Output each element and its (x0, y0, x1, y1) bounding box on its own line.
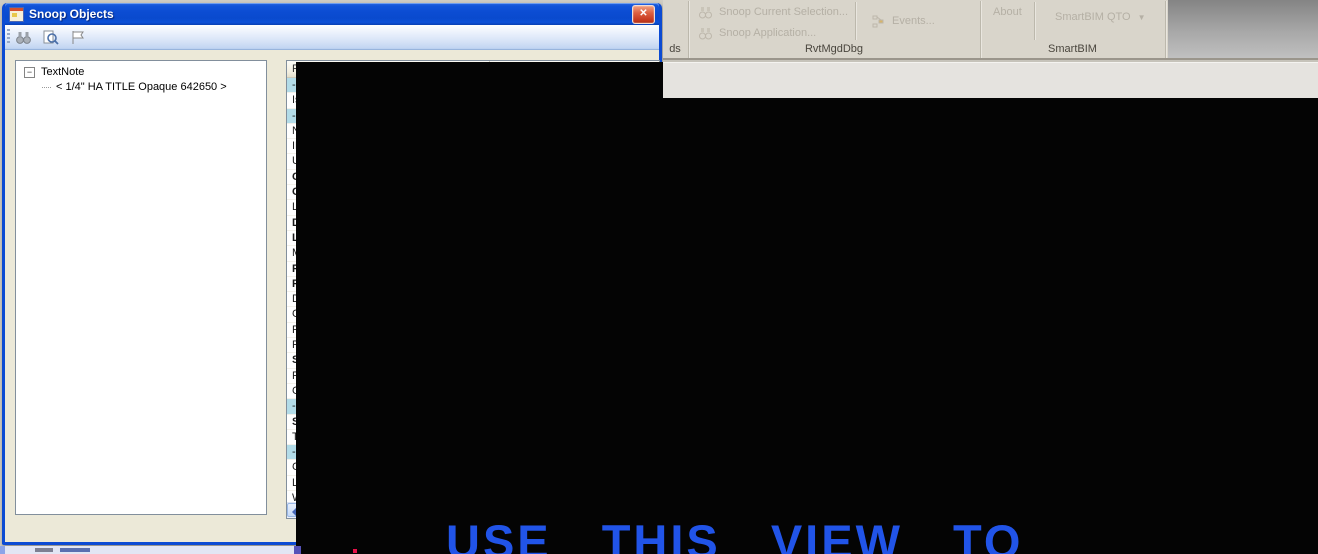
chevron-down-icon: ▼ (1138, 13, 1146, 22)
snoop-objects-titlebar[interactable]: Snoop Objects ✕ (5, 3, 659, 25)
snoop-application-label: Snoop Application... (719, 27, 816, 39)
about-label: About (993, 6, 1022, 18)
sliver-mark (35, 548, 53, 552)
tree-item-label[interactable]: < 1/4" HA TITLE Opaque 642650 > (54, 80, 229, 95)
tree-connector (42, 87, 51, 89)
snoop-current-selection-button[interactable]: Snoop Current Selection... (695, 3, 848, 21)
binoculars-icon (695, 24, 715, 42)
flag-icon[interactable] (67, 28, 87, 46)
snoop-db-icon[interactable] (13, 28, 33, 46)
binoculars-icon (695, 3, 715, 21)
panel-label-smartbim: SmartBIM (980, 43, 1165, 55)
about-button[interactable]: About (993, 6, 1022, 18)
panel-label-rvtmgddbg: RvtMgdDbg (688, 43, 980, 55)
events-button[interactable]: Events... (868, 12, 935, 30)
close-button[interactable]: ✕ (632, 5, 655, 24)
snoop-application-button[interactable]: Snoop Application... (695, 24, 816, 42)
drawing-red-mark (353, 549, 357, 553)
screen: Snoop Current Selection... Snoop Applica… (0, 0, 1318, 554)
tree-item-label[interactable]: TextNote (39, 65, 86, 80)
objects-tree-panel: − TextNote < 1/4" HA TITLE Opaque 642650… (15, 60, 267, 515)
ribbon-gap-strip (663, 62, 1318, 98)
tree-item-textnote-instance[interactable]: < 1/4" HA TITLE Opaque 642650 > (16, 80, 266, 95)
events-icon (868, 12, 888, 30)
magnifier-document-icon[interactable] (40, 28, 60, 46)
panel-label-partial: ds (664, 43, 686, 55)
objects-tree: − TextNote < 1/4" HA TITLE Opaque 642650… (16, 61, 266, 95)
ribbon: Snoop Current Selection... Snoop Applica… (663, 0, 1318, 62)
background-window-sliver (0, 546, 301, 554)
events-label: Events... (892, 15, 935, 27)
sliver-mark (60, 548, 90, 552)
ribbon-divider (1034, 2, 1036, 40)
ribbon-divider (855, 2, 857, 40)
snoop-objects-toolbar (5, 25, 659, 50)
window-title: Snoop Objects (29, 7, 114, 21)
ribbon-panel-labels: ds RvtMgdDbg SmartBIM (663, 42, 1318, 58)
smartbim-qto-dropdown[interactable]: SmartBIM QTO ▼ (1055, 11, 1146, 23)
sliver-divider (294, 546, 301, 554)
drawing-area: USE THIS VIEW TO (296, 62, 1318, 554)
tree-item-textnote[interactable]: − TextNote (16, 65, 266, 80)
toolbar-grip[interactable] (7, 29, 10, 45)
smartbim-qto-label: SmartBIM QTO (1055, 11, 1131, 23)
window-icon (9, 7, 24, 22)
drawing-text-note: USE THIS VIEW TO (446, 514, 1023, 554)
collapse-icon[interactable]: − (24, 67, 35, 78)
snoop-current-selection-label: Snoop Current Selection... (719, 6, 848, 18)
